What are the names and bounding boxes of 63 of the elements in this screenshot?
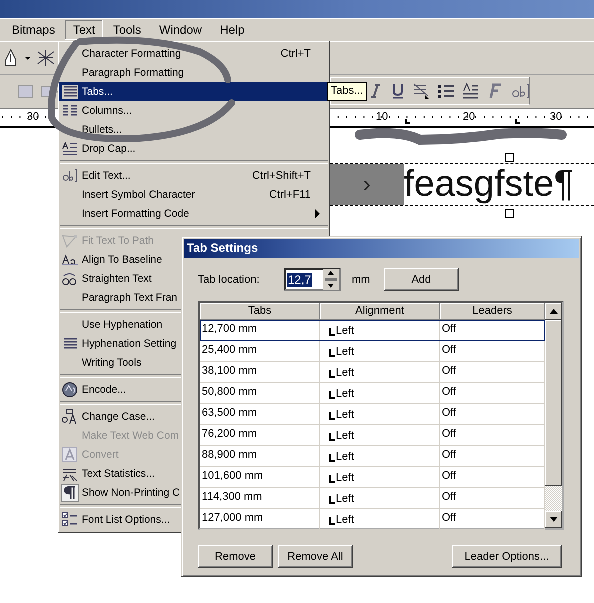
leaders-text: Off: [442, 386, 456, 398]
menu-item-label: Font List Options...: [82, 514, 170, 526]
leaders-text: Off: [442, 512, 456, 524]
menu-item-label: Drop Cap...: [82, 142, 136, 154]
menu-item-label: Bullets...: [82, 124, 122, 136]
leaders-text: Off: [442, 407, 456, 419]
menu-item-label: Encode...: [82, 384, 126, 396]
alignment-text: Left: [336, 387, 354, 402]
tab-position-text: 63,500 mm: [202, 407, 258, 419]
menu-item-label: Insert Symbol Character: [82, 188, 196, 200]
shortcut-label: Ctrl+Shift+T: [252, 170, 311, 182]
alignment-text: Left: [336, 408, 354, 423]
alignment-text: Left: [336, 471, 354, 486]
tab-position-text: 101,600 mm: [202, 470, 264, 482]
field-label: Tab location:: [198, 274, 261, 286]
leaders-text: Off: [442, 470, 456, 482]
menu-item-label: Insert Formatting Code: [82, 208, 190, 220]
tab-position-text: 114,300 mm: [202, 491, 262, 503]
alignment-text: Left: [336, 513, 354, 528]
menu-item-label: Straighten Text: [82, 272, 152, 284]
menu-item-label: Edit Text...: [82, 170, 131, 182]
menu-item-label: Columns...: [82, 104, 132, 116]
shortcut-label: Ctrl+F11: [269, 188, 311, 200]
ruler-label: 20: [463, 111, 476, 123]
leaders-text: Off: [442, 491, 456, 503]
menu-item-label: Align To Baseline: [82, 254, 162, 266]
menu-item-label: Change Case...: [82, 410, 155, 422]
paragraph-text: feasgfste¶: [404, 162, 574, 206]
ruler-label: 30: [27, 111, 40, 123]
menu-item-label: Hyphenation Setting: [82, 338, 177, 350]
tab-position-text: 88,900 mm: [202, 449, 258, 461]
alignment-text: Left: [336, 450, 354, 465]
alignment-text: Left: [336, 492, 354, 507]
tab-position-text: 50,800 mm: [202, 386, 258, 398]
tab-position-text: 12,700 mm: [202, 323, 258, 335]
leaders-text: Off: [442, 344, 456, 356]
alignment-text: Left: [336, 429, 354, 444]
leaders-text: Off: [442, 323, 456, 335]
menu-item-label: Fit Text To Path: [82, 234, 154, 246]
shortcut-label: Ctrl+T: [280, 48, 311, 60]
tab-position-text: 76,200 mm: [202, 428, 258, 440]
unit-label: mm: [352, 274, 372, 286]
menu-item-label: Paragraph Formatting: [82, 66, 184, 78]
tab-position-text: 38,100 mm: [202, 365, 258, 377]
menu-item-label: Tabs...: [82, 86, 113, 98]
ruler-label: 30: [550, 111, 562, 123]
leaders-text: Off: [442, 428, 456, 440]
tab-position-text: 127,000 mm: [202, 512, 264, 524]
tab-character: ›: [363, 170, 371, 198]
tab-position-text: 25,400 mm: [202, 344, 258, 356]
menu-item-label: Show Non-Printing C: [82, 486, 180, 498]
tooltip: Tabs...: [327, 82, 368, 101]
menu-item-label: Convert: [82, 448, 119, 460]
leaders-text: Off: [442, 365, 456, 377]
alignment-text: Left: [336, 324, 354, 339]
leaders-text: Off: [442, 449, 456, 461]
dialog-title: Tab Settings: [184, 239, 579, 258]
alignment-text: Left: [336, 345, 354, 360]
menu-item-label: Text Statistics...: [82, 468, 155, 480]
menu-item-label: Character Formatting: [82, 48, 182, 60]
ruler-label: 10: [376, 111, 388, 123]
alignment-text: Left: [336, 366, 354, 381]
menu-item-label: Paragraph Text Fran: [82, 292, 178, 304]
